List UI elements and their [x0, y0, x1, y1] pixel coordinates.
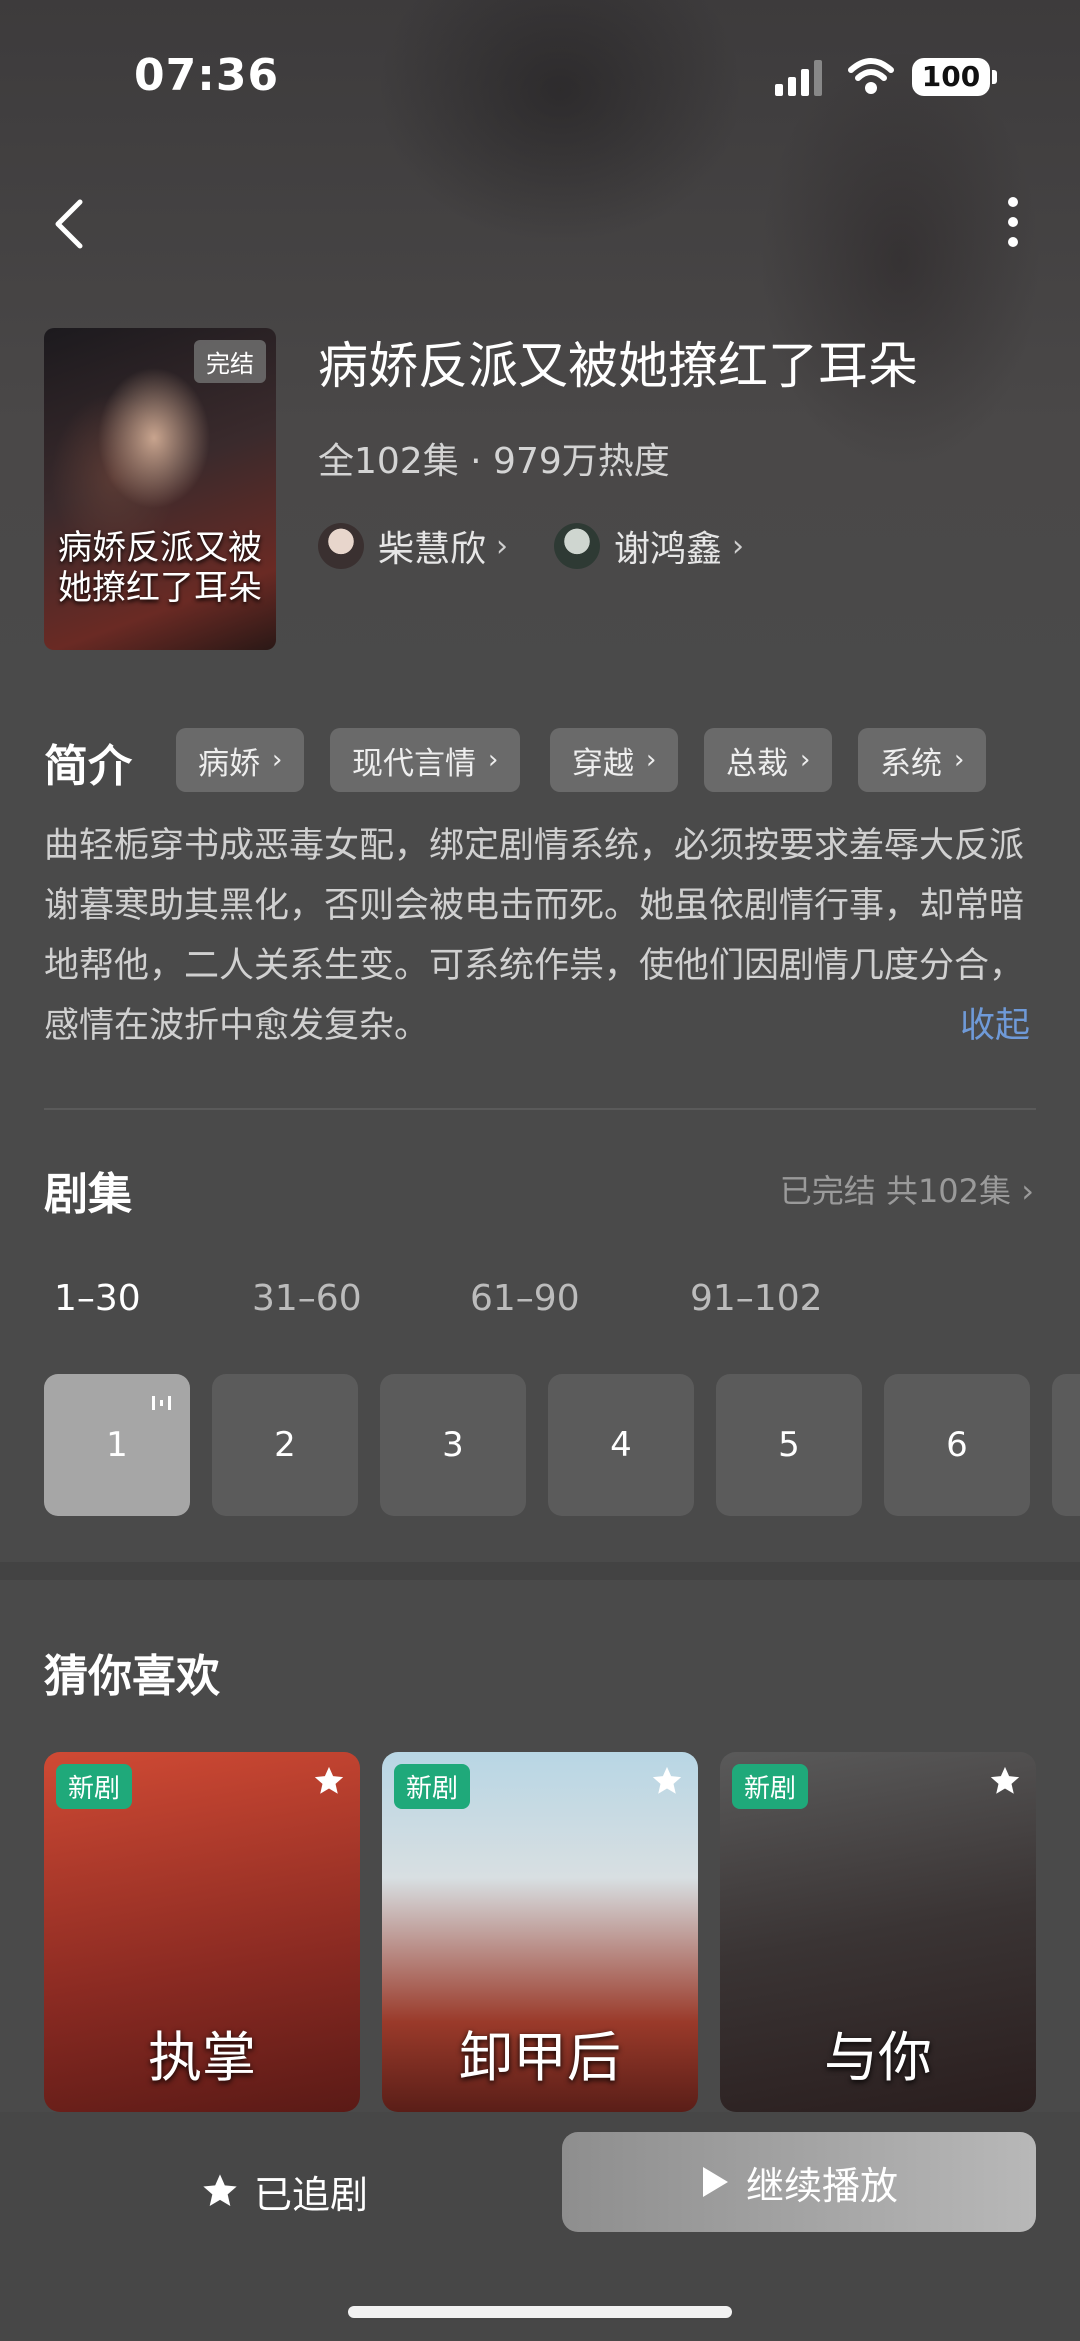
chevron-right-icon: ›	[800, 745, 811, 775]
section-separator	[0, 1562, 1080, 1580]
more-vertical-icon[interactable]	[1000, 194, 1026, 250]
chevron-right-icon: ›	[488, 745, 499, 775]
avatar	[318, 523, 364, 569]
star-icon[interactable]	[312, 1764, 346, 1798]
drama-meta: 全102集 · 979万热度	[318, 441, 670, 482]
follow-label: 已追剧	[254, 2172, 369, 2217]
episode-cell[interactable]: 6	[884, 1374, 1030, 1516]
poster-title-art: 病娇反派又被她撩红了耳朵	[58, 528, 262, 608]
tag-chip[interactable]: 系统 ›	[858, 728, 987, 792]
new-badge: 新剧	[732, 1764, 809, 1809]
tag-chip[interactable]: 总裁 ›	[704, 728, 833, 792]
new-badge: 新剧	[394, 1764, 471, 1809]
chevron-left-icon[interactable]	[50, 196, 90, 252]
description-text: 曲轻栀穿书成恶毒女配，绑定剧情系统，必须按要求羞辱大反派谢暮寒助其黑化，否则会被…	[44, 826, 1025, 1046]
actor-link-2[interactable]: 谢鸿鑫 ›	[554, 518, 744, 574]
completed-badge: 完结	[194, 340, 266, 383]
episodes-status-link[interactable]: 已完结 共102集 ›	[780, 1166, 1034, 1212]
episode-cell[interactable]: 3	[380, 1374, 526, 1516]
signal-icon	[775, 60, 822, 96]
episode-number: 4	[610, 1425, 632, 1465]
status-time: 07:36	[134, 50, 280, 101]
tag-chip[interactable]: 病娇 ›	[176, 728, 305, 792]
episode-cell[interactable]: 1	[44, 1374, 190, 1516]
range-tab[interactable]: 31–60	[252, 1278, 362, 1319]
recommend-card[interactable]: 新剧 卸甲后	[382, 1752, 698, 2112]
range-tab[interactable]: 91–102	[690, 1278, 823, 1319]
chevron-right-icon: ›	[732, 528, 745, 564]
episode-cell[interactable]: 2	[212, 1374, 358, 1516]
episode-cell[interactable]: 4	[548, 1374, 694, 1516]
follow-button[interactable]: 已追剧	[200, 2160, 368, 2222]
chevron-right-icon: ›	[272, 745, 283, 775]
drama-poster[interactable]: 完结 病娇反派又被她撩红了耳朵	[44, 328, 276, 650]
wifi-icon	[848, 58, 894, 94]
episode-number: 5	[778, 1425, 800, 1465]
recommend-card[interactable]: 新剧 与你	[720, 1752, 1036, 2112]
play-icon	[702, 2167, 728, 2197]
episode-number: 6	[946, 1425, 968, 1465]
card-title-art: 与你	[824, 2026, 932, 2089]
card-title-art: 执掌	[148, 2026, 256, 2089]
episode-number: 2	[274, 1425, 296, 1465]
playing-icon	[152, 1396, 171, 1410]
chevron-right-icon: ›	[496, 528, 509, 564]
star-icon	[203, 2174, 237, 2206]
recommend-card[interactable]: 新剧 执掌	[44, 1752, 360, 2112]
avatar	[554, 523, 600, 569]
home-indicator[interactable]	[348, 2306, 732, 2318]
episode-number: 1	[106, 1425, 128, 1465]
actor-name: 谢鸿鑫	[614, 529, 723, 570]
intro-heading: 简介	[44, 741, 132, 792]
tag-label: 系统	[880, 745, 942, 782]
tag-label: 穿越	[572, 745, 634, 782]
battery-icon: 100	[912, 58, 990, 96]
actor-name: 柴慧欣	[378, 529, 487, 570]
play-label: 继续播放	[745, 2163, 898, 2208]
battery-tip	[992, 70, 997, 84]
tag-label: 现代言情	[352, 745, 476, 782]
chevron-right-icon: ›	[954, 745, 965, 775]
divider	[44, 1108, 1036, 1110]
card-title-art: 卸甲后	[459, 2026, 621, 2089]
drama-title: 病娇反派又被她撩红了耳朵	[318, 337, 918, 395]
star-icon[interactable]	[650, 1764, 684, 1798]
range-tab[interactable]: 61–90	[470, 1278, 580, 1319]
collapse-link[interactable]: 收起	[960, 996, 1030, 1056]
recommend-heading: 猜你喜欢	[44, 1651, 220, 1702]
tag-label: 总裁	[726, 745, 788, 782]
star-icon[interactable]	[988, 1764, 1022, 1798]
continue-play-button[interactable]: 继续播放	[562, 2132, 1036, 2232]
range-tab[interactable]: 1–30	[54, 1278, 141, 1319]
tag-chip[interactable]: 现代言情 ›	[330, 728, 521, 792]
chevron-right-icon: ›	[646, 745, 657, 775]
episode-cell[interactable]: 5	[716, 1374, 862, 1516]
tag-label: 病娇	[198, 745, 260, 782]
tag-chip[interactable]: 穿越 ›	[550, 728, 679, 792]
episodes-heading: 剧集	[44, 1169, 132, 1220]
episode-cell-peek[interactable]	[1052, 1374, 1080, 1516]
episode-number: 3	[442, 1425, 464, 1465]
actor-link-1[interactable]: 柴慧欣 ›	[318, 518, 508, 574]
new-badge: 新剧	[56, 1764, 133, 1809]
